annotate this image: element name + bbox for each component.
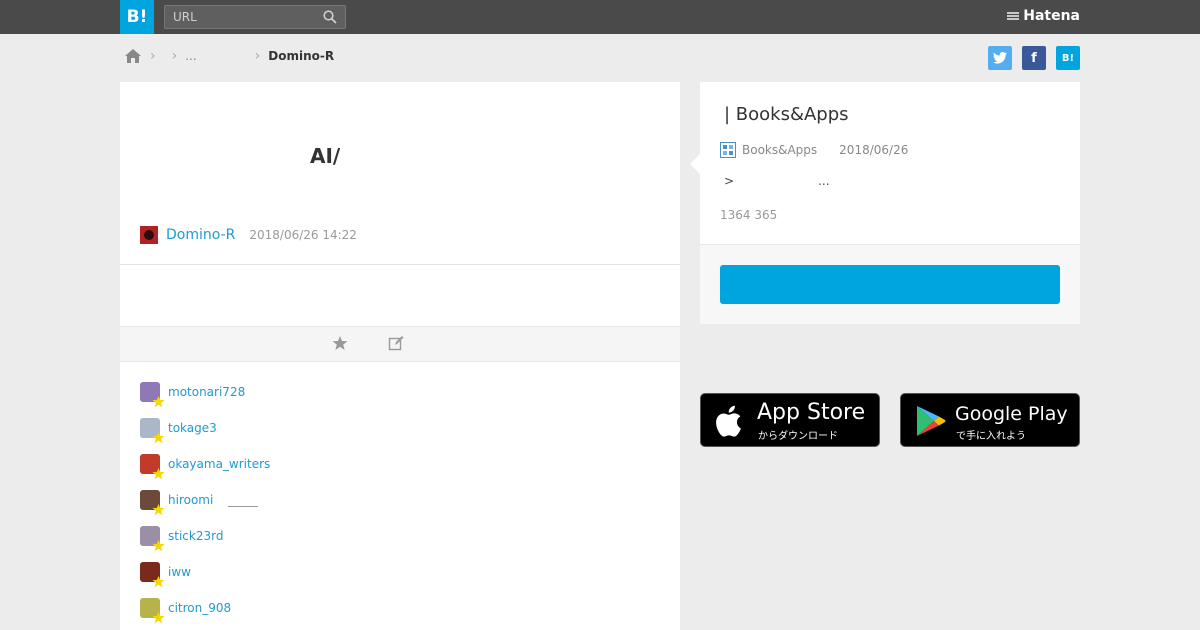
- comment-underline: [228, 506, 258, 507]
- list-item: tokage3: [140, 418, 440, 444]
- page-title: AI/: [310, 144, 341, 168]
- facebook-icon: f: [1031, 50, 1037, 66]
- list-item: iww: [140, 562, 440, 588]
- hatena-bookmark-share-button[interactable]: B!: [1056, 46, 1080, 70]
- read-entry-button[interactable]: [720, 265, 1060, 304]
- author-name-link[interactable]: Domino-R: [166, 227, 235, 243]
- avatar[interactable]: [140, 562, 165, 588]
- hatena-mark-icon: [1007, 12, 1020, 20]
- user-name-link[interactable]: motonari728: [168, 385, 245, 399]
- chevron-right-icon: ›: [150, 48, 156, 64]
- star-icon: [152, 395, 165, 408]
- breadcrumb: › › ... › Domino-R: [124, 46, 334, 66]
- breadcrumb-current: Domino-R: [268, 49, 335, 63]
- author-row: Domino-R 2018/06/26 14:22: [140, 226, 357, 244]
- user-name-link[interactable]: iww: [168, 565, 191, 579]
- google-play-badge[interactable]: Google Play で手に入れよう: [900, 393, 1080, 447]
- breadcrumb-item-middle[interactable]: ...: [185, 49, 196, 63]
- entry-card: | Books&Apps Books&Apps 2018/06/26 > ...…: [690, 82, 1080, 324]
- hatena-brand-text: Hatena: [1023, 8, 1080, 24]
- user-name-link[interactable]: stick23rd: [168, 529, 223, 543]
- search-icon[interactable]: [323, 10, 337, 24]
- list-item: stick23rd: [140, 526, 440, 552]
- entry-meta: Books&Apps 2018/06/26: [720, 142, 908, 158]
- app-store-subtitle: からダウンロード: [758, 431, 838, 442]
- app-store-title: App Store: [757, 400, 866, 425]
- author-avatar-icon: [140, 226, 158, 244]
- share-buttons: f B!: [988, 46, 1080, 70]
- list-item: hiroomi: [140, 490, 440, 516]
- bookmark-comment-panel: AI/ Domino-R 2018/06/26 14:22 motonari72…: [120, 82, 680, 630]
- home-icon[interactable]: [124, 47, 142, 65]
- edit-icon[interactable]: [388, 335, 404, 351]
- hatena-bookmark-icon: B!: [1061, 52, 1075, 64]
- user-name-link[interactable]: hiroomi: [168, 493, 213, 507]
- avatar[interactable]: [140, 382, 165, 408]
- avatar[interactable]: [140, 490, 165, 516]
- action-bar: [120, 326, 680, 362]
- chevron-right-icon: ›: [171, 48, 178, 64]
- entry-site-link[interactable]: Books&Apps: [742, 143, 817, 157]
- post-date: 2018/06/26 14:22: [249, 228, 357, 242]
- facebook-share-button[interactable]: f: [1022, 46, 1046, 70]
- star-icon: [152, 575, 165, 588]
- star-icon[interactable]: [332, 335, 348, 351]
- avatar[interactable]: [140, 454, 165, 480]
- entry-excerpt: > ...: [724, 174, 830, 188]
- apple-icon: [716, 405, 741, 437]
- list-item: citron_908: [140, 598, 440, 624]
- entry-action-area: [700, 244, 1080, 324]
- twitter-icon: [993, 52, 1007, 64]
- entry-date: 2018/06/26: [839, 143, 909, 157]
- app-store-badge[interactable]: App Store からダウンロード: [700, 393, 880, 447]
- user-name-link[interactable]: citron_908: [168, 601, 231, 615]
- url-search-input[interactable]: [165, 6, 315, 28]
- site-favicon-icon: [720, 142, 736, 158]
- hatena-bookmark-logo[interactable]: B!: [120, 0, 154, 34]
- avatar[interactable]: [140, 418, 165, 444]
- divider: [120, 264, 680, 265]
- hatena-brand-link[interactable]: Hatena: [1007, 8, 1080, 24]
- list-item: okayama_writers: [140, 454, 440, 480]
- chevron-right-icon: ›: [254, 48, 261, 64]
- google-play-title: Google Play: [955, 403, 1068, 425]
- avatar[interactable]: [140, 598, 165, 624]
- entry-title-link[interactable]: | Books&Apps: [724, 104, 849, 125]
- search-box: [164, 5, 346, 29]
- excerpt-end: ...: [818, 174, 830, 188]
- star-icon: [152, 539, 165, 552]
- user-name-link[interactable]: okayama_writers: [168, 457, 270, 471]
- star-icon: [152, 467, 165, 480]
- user-name-link[interactable]: tokage3: [168, 421, 217, 435]
- avatar[interactable]: [140, 226, 158, 244]
- star-icon: [152, 503, 165, 516]
- excerpt-start: >: [724, 174, 735, 188]
- star-icon: [152, 431, 165, 444]
- entry-counts: 1364 365: [720, 208, 778, 222]
- avatar[interactable]: [140, 526, 165, 552]
- top-bar: B! Hatena: [0, 0, 1200, 34]
- list-item: motonari728: [140, 382, 440, 408]
- twitter-share-button[interactable]: [988, 46, 1012, 70]
- google-play-icon: [917, 406, 946, 436]
- star-icon: [152, 611, 165, 624]
- google-play-subtitle: で手に入れよう: [956, 431, 1026, 442]
